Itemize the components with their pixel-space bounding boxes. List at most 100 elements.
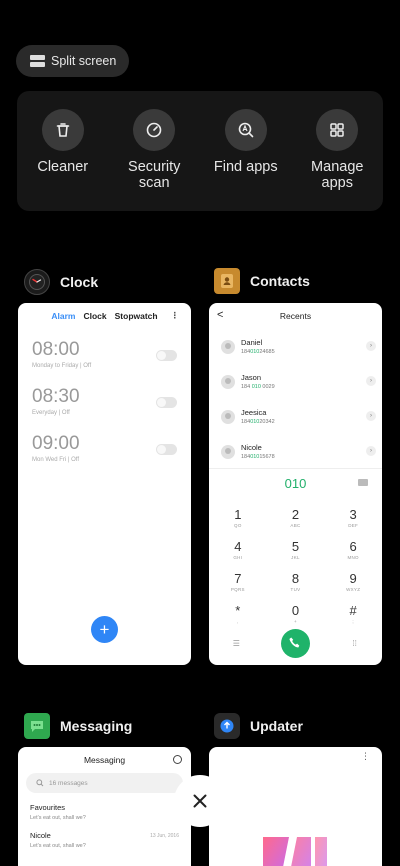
alarm-desc: Everyday | Off [32,410,70,416]
alarm-toggle[interactable] [156,397,177,408]
phone-icon [289,637,300,648]
more-icon[interactable]: ⋮ [361,751,370,762]
contact-name: Daniel [241,338,263,347]
messaging-app-icon [24,713,50,739]
search-input[interactable]: 16 messages [26,773,183,793]
avatar [221,339,235,354]
security-scan-label: Security scan [128,159,181,191]
contact-row[interactable]: Jeesica 18401020342 › [209,399,382,434]
call-button[interactable] [280,628,310,658]
back-icon[interactable]: < [217,309,223,321]
dial-key-5[interactable]: 5 JKL [267,533,325,565]
grid-icon [316,109,359,151]
message-thread[interactable]: Favourites Let's eat out, shall we? [18,793,191,821]
recents-title: Recents [279,311,312,321]
search-placeholder: 16 messages [49,779,88,787]
add-alarm-button[interactable]: + [91,616,118,643]
clock-app-title: Clock [60,274,99,290]
thread-name: Favourites [30,803,66,812]
cleaner-button[interactable]: Cleaner [17,91,109,211]
alarm-item[interactable]: 09:00 Mon Wed Fri | Off [18,433,191,480]
messaging-app-title: Messaging [60,718,133,734]
backspace-icon[interactable] [358,479,368,486]
chevron-right-icon[interactable]: › [366,411,376,421]
contacts-app-icon [214,268,240,294]
dial-actions: ☰ ⁞⁞ [209,628,382,658]
find-apps-button[interactable]: Find apps [200,91,292,211]
clock-tabs: Alarm Clock Stopwatch ⋮ [18,303,191,321]
menu-icon[interactable]: ☰ [226,639,246,648]
updater-app-title: Updater [250,718,303,734]
message-thread[interactable]: Nicole Let's eat out, shall we? 13 Jun, … [18,821,191,849]
contacts-app-card[interactable]: < Recents Daniel 18401024685 › Jason 184… [209,303,382,665]
contact-number: 18401020342 [241,419,275,425]
contact-name: Jason [241,373,262,382]
split-screen-button[interactable]: Split screen [16,45,129,77]
tab-clock[interactable]: Clock [83,311,106,321]
clock-app-icon [24,269,50,295]
tab-stopwatch[interactable]: Stopwatch [115,311,158,321]
security-scan-button[interactable]: Security scan [109,91,201,211]
clock-card-header[interactable]: Clock [24,269,98,295]
find-apps-label: Find apps [213,159,278,175]
contact-name: Nicole [241,443,262,452]
quick-actions-panel: Cleaner Security scan Find apps Manage a… [17,91,383,211]
cleaner-label: Cleaner [37,159,89,175]
dialed-number: 010 [284,476,307,491]
avatar [221,409,235,424]
contacts-header: < Recents [209,303,382,329]
avatar [221,444,235,459]
alarm-item[interactable]: 08:00 Monday to Friday | Off [18,339,191,386]
dial-key-3[interactable]: 3 DEF [324,501,382,533]
contact-number: 184 010 0029 [241,384,275,390]
alarm-desc: Monday to Friday | Off [32,363,92,369]
alarm-toggle[interactable] [156,350,177,361]
close-all-button[interactable] [174,775,226,827]
avatar [221,374,235,389]
chevron-right-icon[interactable]: › [366,446,376,456]
dialpad-icon[interactable]: ⁞⁞ [345,639,365,648]
split-screen-icon [30,55,45,67]
split-screen-label: Split screen [51,54,117,68]
clock-app-card[interactable]: Alarm Clock Stopwatch ⋮ 08:00 Monday to … [18,303,191,665]
contact-row[interactable]: Nicole 18401015678 › [209,434,382,469]
miui-logo [263,837,327,866]
contact-number: 18401024685 [241,349,275,355]
search-apps-icon [224,109,267,151]
more-icon[interactable]: ⋮ [171,310,180,321]
contacts-app-title: Contacts [250,273,310,289]
messaging-card-header[interactable]: Messaging [24,713,132,739]
dial-key-6[interactable]: 6 MNO [324,533,382,565]
updater-app-card[interactable]: ⋮ [209,747,382,866]
dial-key-2[interactable]: 2 ABC [267,501,325,533]
dial-key-4[interactable]: 4 GHI [209,533,267,565]
shield-scan-icon [133,109,176,151]
manage-apps-button[interactable]: Manage apps [292,91,384,211]
dial-key-7[interactable]: 7 PQRS [209,565,267,597]
dial-keypad: 1 QO 2 ABC 3 DEF 4 GHI 5 JKL 6 MNO 7 PQRS 8 TUV … [209,501,382,629]
dial-key-9[interactable]: 9 WXYZ [324,565,382,597]
tab-alarm[interactable]: Alarm [51,311,75,321]
contact-number: 18401015678 [241,454,275,460]
alarm-item[interactable]: 08:30 Everyday | Off [18,386,191,433]
updater-app-icon [214,713,240,739]
chevron-right-icon[interactable]: › [366,376,376,386]
messaging-header: Messaging [18,747,191,773]
contact-row[interactable]: Jason 184 010 0029 › [209,364,382,399]
contact-row[interactable]: Daniel 18401024685 › [209,329,382,364]
gear-icon[interactable] [173,755,182,764]
messaging-app-card[interactable]: Messaging 16 messages Favourites Let's e… [18,747,191,866]
dial-input[interactable]: 010 [209,468,382,498]
dial-key-star[interactable]: *, [209,597,267,629]
updater-card-header[interactable]: Updater [214,713,303,739]
chevron-right-icon[interactable]: › [366,341,376,351]
alarm-toggle[interactable] [156,444,177,455]
dial-key-1[interactable]: 1 QO [209,501,267,533]
dial-key-0[interactable]: 0 + [267,597,325,629]
contacts-card-header[interactable]: Contacts [214,268,310,294]
thread-preview: Let's eat out, shall we? [30,843,86,849]
trash-icon [41,109,84,151]
dial-key-8[interactable]: 8 TUV [267,565,325,597]
contact-name: Jeesica [241,408,267,417]
dial-key-hash[interactable]: #; [324,597,382,629]
